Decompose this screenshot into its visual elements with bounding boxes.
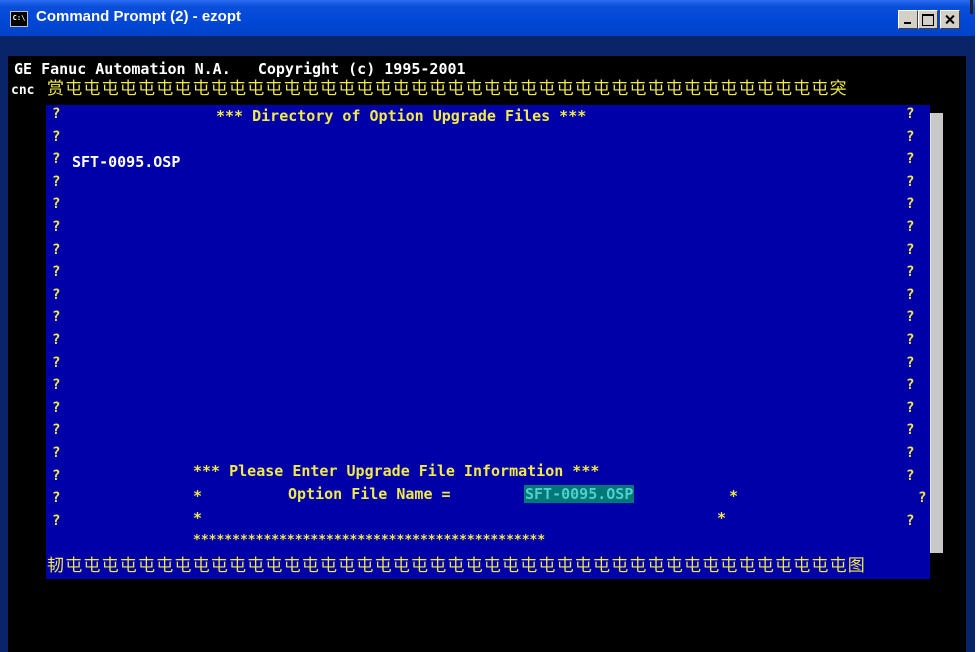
right-border-char: ? [906, 422, 915, 438]
right-border-char: ? [906, 129, 915, 145]
prompt-star-left-2: * [193, 509, 203, 527]
left-border-char: ? [52, 287, 61, 303]
right-border-char: ? [906, 513, 915, 529]
left-border-char: ? [52, 332, 61, 348]
left-border-char: ? [52, 445, 61, 461]
right-border-char: ? [906, 242, 915, 258]
right-border-char: ? [906, 400, 915, 416]
right-border-char: ? [906, 196, 915, 212]
left-border-char: ? [52, 242, 61, 258]
option-file-label: Option File Name = [288, 485, 460, 503]
right-border-char: ? [906, 332, 915, 348]
option-file-input[interactable]: SFT-0095.OSP [524, 484, 635, 504]
top-border: 赏屯屯屯屯屯屯屯屯屯屯屯屯屯屯屯屯屯屯屯屯屯屯屯屯屯屯屯屯屯屯屯屯屯屯屯屯屯屯屯… [47, 79, 848, 99]
left-border-char: ? [52, 264, 61, 280]
file-list-item[interactable]: SFT-0095.OSP [72, 152, 180, 172]
left-border-char: ? [52, 422, 61, 438]
right-border-char: ? [906, 219, 915, 235]
directory-title: *** Directory of Option Upgrade Files **… [216, 107, 587, 125]
right-border-char: ? [906, 287, 915, 303]
left-border-char: ? [52, 513, 61, 529]
prompt-title: *** Please Enter Upgrade File Informatio… [193, 462, 600, 480]
border-prefix: cnc [11, 83, 35, 98]
bottom-border: 韧屯屯屯屯屯屯屯屯屯屯屯屯屯屯屯屯屯屯屯屯屯屯屯屯屯屯屯屯屯屯屯屯屯屯屯屯屯屯屯… [47, 556, 866, 576]
right-border-char: ? [906, 445, 915, 461]
prompt-star-right-2: * [717, 509, 727, 527]
left-border-char: ? [52, 309, 61, 325]
window-edge-marker [970, 0, 973, 14]
left-border-char: ? [52, 355, 61, 371]
right-border-char: ? [906, 355, 915, 371]
window-title: Command Prompt (2) - ezopt [36, 8, 241, 25]
prompt-star-right: * [729, 487, 739, 505]
right-border-char: ? [906, 174, 915, 190]
right-border-char: ? [918, 490, 927, 506]
title-bar[interactable]: C:\ Command Prompt (2) - ezopt [0, 0, 975, 36]
left-border-char: ? [52, 468, 61, 484]
right-border-char: ? [906, 264, 915, 280]
left-border-char: ? [52, 490, 61, 506]
ezopt-panel [46, 105, 930, 579]
minimize-button[interactable] [898, 10, 918, 29]
right-border-char: ? [906, 377, 915, 393]
console-window: C:\ Command Prompt (2) - ezopt GE Fanuc … [0, 0, 975, 652]
copyright-header: GE Fanuc Automation N.A. Copyright (c) 1… [14, 60, 466, 78]
right-border-char: ? [906, 151, 915, 167]
right-border-char: ? [906, 309, 915, 325]
right-border-char: ? [906, 468, 915, 484]
left-border-char: ? [52, 377, 61, 393]
left-border-char: ? [52, 151, 61, 167]
command-prompt-icon[interactable]: C:\ [10, 11, 28, 27]
left-border-char: ? [52, 196, 61, 212]
prompt-star-rule: ****************************************… [193, 533, 546, 548]
maximize-button[interactable] [918, 10, 938, 29]
left-border-char: ? [52, 129, 61, 145]
left-border-char: ? [52, 174, 61, 190]
right-border-char: ? [906, 106, 915, 122]
vertical-scrollbar[interactable] [930, 113, 943, 553]
prompt-star-left: * [193, 487, 203, 505]
left-border-char: ? [52, 400, 61, 416]
close-button[interactable] [940, 10, 960, 29]
option-file-value[interactable]: SFT-0095.OSP [524, 485, 635, 503]
left-border-char: ? [52, 219, 61, 235]
left-border-char: ? [52, 106, 61, 122]
